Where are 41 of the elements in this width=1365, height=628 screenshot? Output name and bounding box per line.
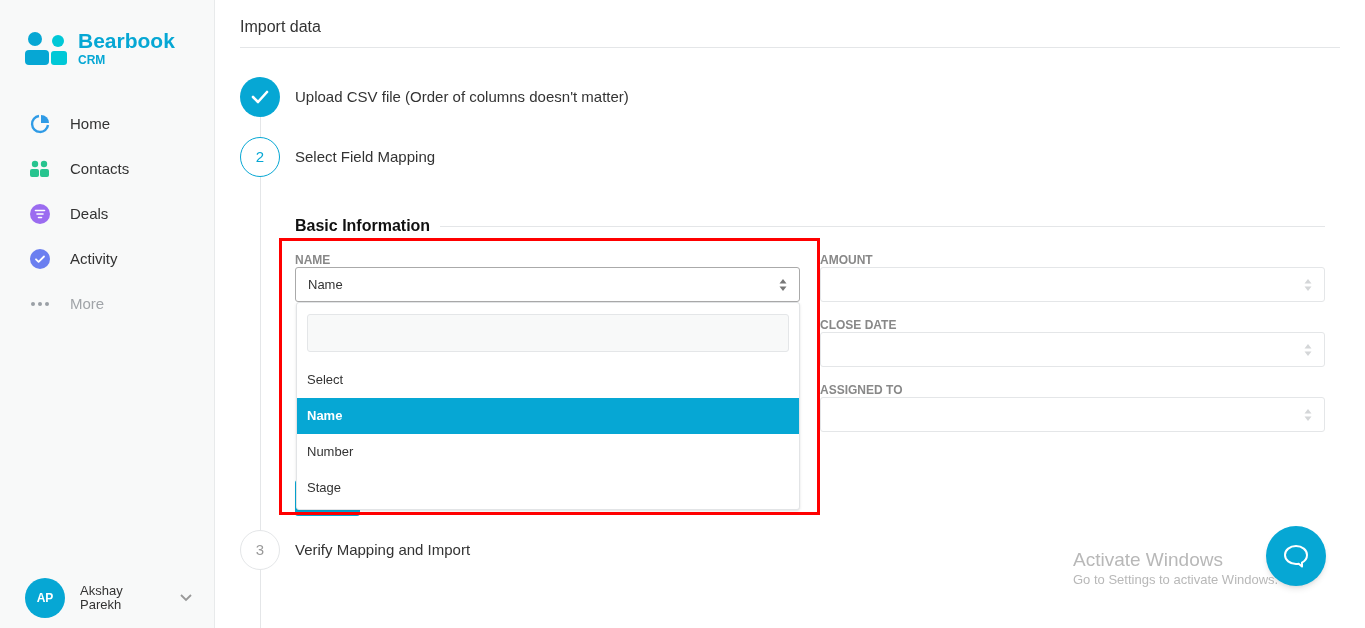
select-field[interactable]: Name xyxy=(295,267,800,302)
select-field[interactable] xyxy=(820,267,1325,302)
section-title: Basic Information xyxy=(295,216,431,236)
chat-bubble-icon xyxy=(1283,544,1309,568)
step-title: Upload CSV file (Order of columns doesn't matter) xyxy=(295,86,629,107)
field-label: CLOSE DATE xyxy=(820,319,898,332)
more-dots-icon xyxy=(30,301,50,307)
nav-item[interactable]: Deals xyxy=(30,204,214,224)
field-label: NAME xyxy=(295,254,332,267)
logo-people-icon xyxy=(25,31,68,65)
step-number: 3 xyxy=(240,530,280,570)
search-field[interactable] xyxy=(307,314,789,352)
dropdown-option[interactable]: Stage xyxy=(297,470,799,506)
sort-arrows-icon xyxy=(1304,277,1312,292)
sort-arrows-icon xyxy=(1304,407,1312,422)
chevron-down-icon[interactable] xyxy=(180,594,192,602)
brand-name: Bearbook xyxy=(78,30,175,51)
watermark-text: Go to Settings to activate Windows. xyxy=(1073,571,1279,589)
nav-item[interactable]: Contacts xyxy=(30,159,214,179)
step-number: 2 xyxy=(240,137,280,177)
people-icon xyxy=(30,160,50,178)
pie-chart-icon xyxy=(30,114,50,134)
select-field[interactable] xyxy=(820,397,1325,432)
dropdown-option[interactable]: Select xyxy=(297,362,799,398)
select-field[interactable] xyxy=(820,332,1325,367)
sort-arrows-icon xyxy=(779,277,787,292)
brand-subtitle: CRM xyxy=(78,54,107,66)
nav-item[interactable]: Activity xyxy=(30,249,214,269)
filter-icon xyxy=(30,204,50,224)
dropdown-option[interactable]: Number xyxy=(297,434,799,470)
step-title: Verify Mapping and Import xyxy=(295,539,471,560)
checkmark-icon xyxy=(251,90,269,104)
user-name: Akshay Parekh xyxy=(80,584,124,612)
watermark-title: Activate Windows xyxy=(1073,549,1224,571)
check-circle-icon xyxy=(30,249,50,269)
step-title: Select Field Mapping xyxy=(295,146,436,167)
nav-item[interactable]: Home xyxy=(30,114,214,134)
field-label: ASSIGNED TO xyxy=(820,384,904,397)
sort-arrows-icon xyxy=(1304,342,1312,357)
page-title: Import data xyxy=(240,17,322,37)
field-label: AMOUNT xyxy=(820,254,874,267)
